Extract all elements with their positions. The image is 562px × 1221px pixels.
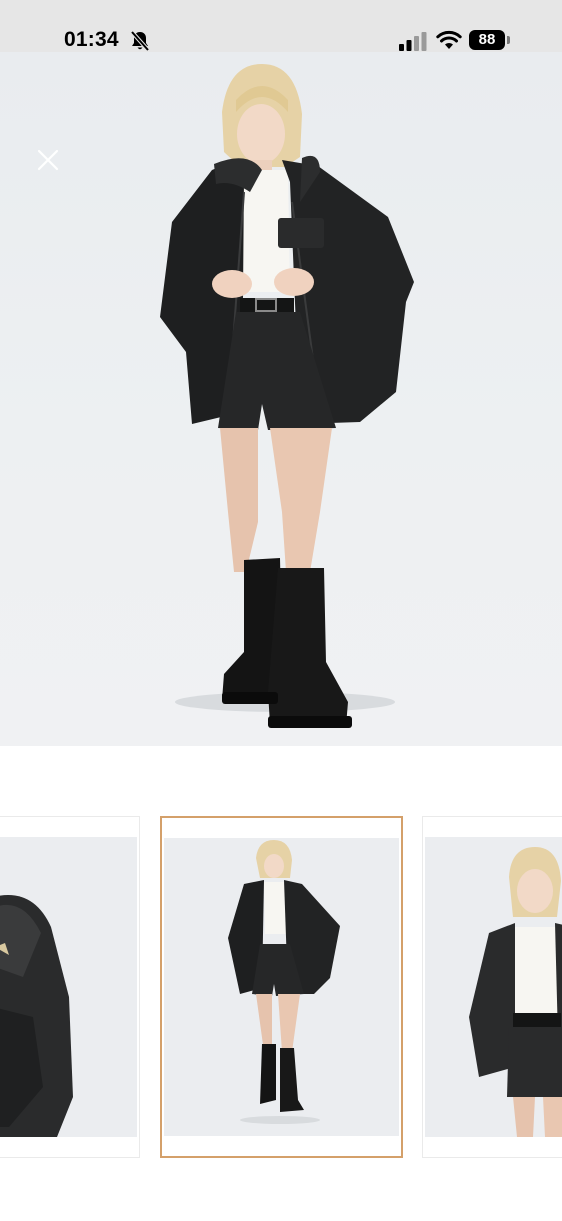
- thumbnail-image: [425, 837, 562, 1137]
- cellular-signal-icon: [399, 32, 427, 51]
- battery-indicator: 88: [469, 30, 505, 50]
- main-product-photo[interactable]: [0, 52, 562, 746]
- status-time: 01:34: [64, 28, 119, 51]
- close-icon[interactable]: [34, 146, 62, 174]
- model-figure: [160, 64, 414, 728]
- thumbnail-image: [0, 837, 137, 1137]
- battery-cap: [507, 36, 510, 44]
- wifi-icon: [436, 30, 462, 49]
- bell-slash-icon: [130, 30, 150, 52]
- thumbnail-figure: [228, 840, 340, 1124]
- status-bar: 01:34 88: [0, 0, 562, 52]
- thumbnail-front-crop[interactable]: [422, 816, 562, 1158]
- thumbnail-front-full-selected[interactable]: [160, 816, 403, 1158]
- thumbnail-image: [164, 838, 399, 1136]
- thumbnail-back-view[interactable]: [0, 816, 140, 1158]
- thumbnail-figure: [469, 847, 562, 1137]
- thumbnail-figure: [0, 895, 73, 1137]
